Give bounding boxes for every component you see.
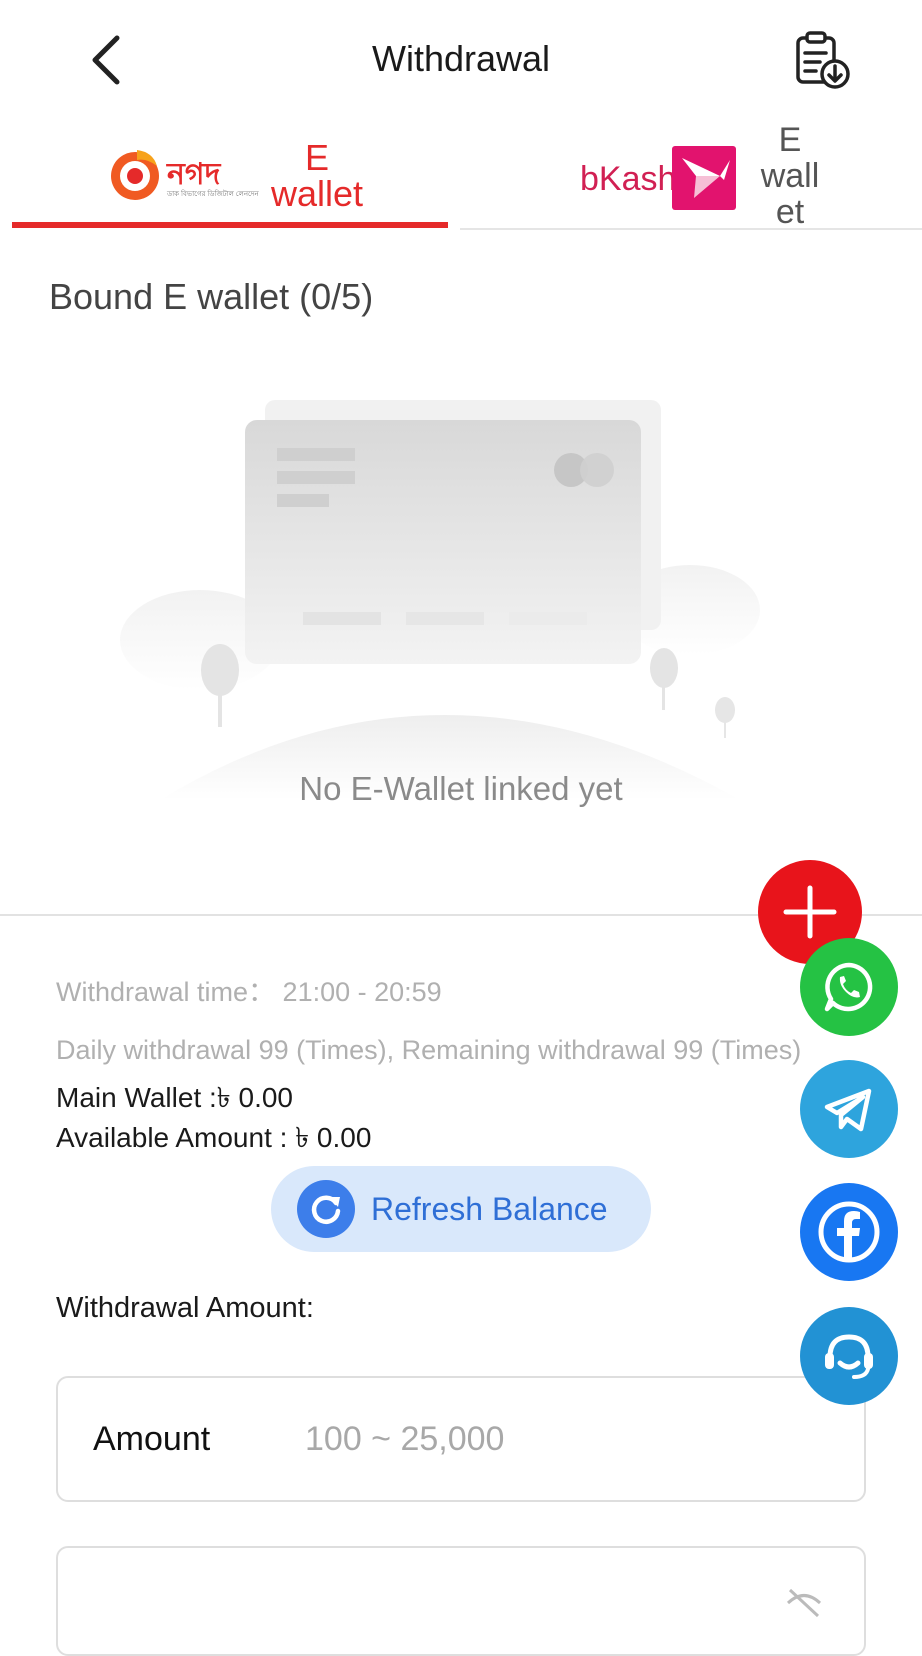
tab-label-line: wall <box>760 157 820 195</box>
bkash-logo-icon <box>672 146 736 210</box>
tab-label-line: et <box>775 193 805 231</box>
amount-input[interactable] <box>303 1408 787 1470</box>
active-tab-indicator <box>12 222 448 228</box>
tab-divider <box>460 228 922 230</box>
daily-withdrawal-info: Daily withdrawal 99 (Times), Remaining w… <box>56 1035 802 1065</box>
withdrawal-amount-label: Withdrawal Amount: <box>56 1292 314 1324</box>
whatsapp-button[interactable] <box>800 938 898 1036</box>
bkash-logo-text: bKash <box>580 160 677 198</box>
password-field-container[interactable] <box>56 1546 866 1656</box>
telegram-icon <box>824 1088 872 1132</box>
page-title: Withdrawal <box>371 38 551 79</box>
facebook-icon <box>818 1201 880 1263</box>
refresh-icon <box>297 1180 355 1238</box>
plus-icon <box>783 885 837 939</box>
tab-bkash[interactable]: bKash E wall et <box>460 120 922 230</box>
header: Withdrawal <box>0 0 922 120</box>
nagad-logo-subtext: ডাক বিভাগের ডিজিটাল লেনদেন <box>167 191 259 198</box>
eye-off-icon[interactable] <box>784 1588 824 1618</box>
clipboard-download-icon <box>796 31 850 89</box>
facebook-button[interactable] <box>800 1183 898 1281</box>
whatsapp-icon <box>824 962 873 1012</box>
refresh-balance-button[interactable]: Refresh Balance <box>271 1166 651 1252</box>
nagad-logo: নগদ ডাক বিভাগের ডিজিটাল লেনদেন <box>107 146 259 206</box>
nagad-logo-mark-icon <box>111 150 159 200</box>
refresh-balance-label: Refresh Balance <box>371 1190 608 1227</box>
withdrawal-time: Withdrawal time： 21:00 - 20:59 <box>56 977 442 1007</box>
amount-field-label: Amount <box>93 1420 211 1458</box>
tab-label-line: wallet <box>270 173 364 214</box>
wallet-tabs: নগদ ডাক বিভাগের ডিজিটাল লেনদেন E wallet … <box>0 120 922 230</box>
headset-icon <box>825 1334 873 1379</box>
tab-label-line: E <box>778 121 802 159</box>
customer-service-button[interactable] <box>800 1307 898 1405</box>
empty-wallet-illustration <box>110 400 760 820</box>
amount-field-container: Amount <box>56 1376 866 1502</box>
withdrawal-records-button[interactable] <box>792 30 852 90</box>
tab-nagad[interactable]: নগদ ডাক বিভাগের ডিজিটাল লেনদেন E wallet <box>12 120 448 230</box>
available-amount: Available Amount : ৳ 0.00 <box>56 1122 372 1153</box>
tab-nagad-label: E wallet <box>262 140 372 212</box>
bound-wallet-title: Bound E wallet (0/5) <box>49 276 374 317</box>
empty-wallet-message: No E-Wallet linked yet <box>299 770 623 807</box>
telegram-button[interactable] <box>800 1060 898 1158</box>
tab-bkash-label: E wall et <box>750 122 830 230</box>
tab-label-line: E <box>304 137 329 178</box>
